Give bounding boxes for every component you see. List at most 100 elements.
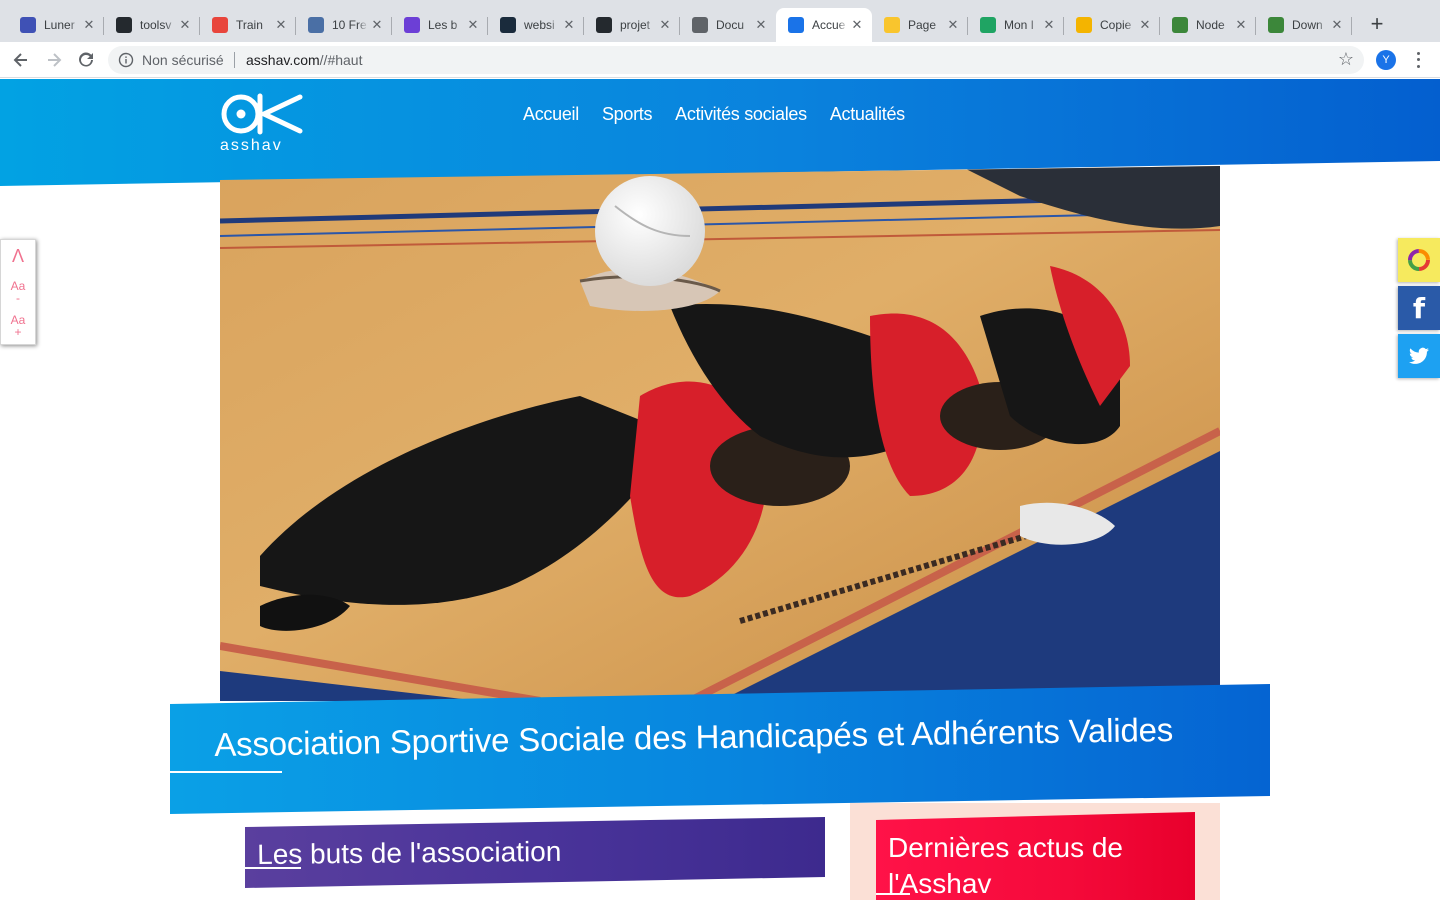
slides-favicon-icon	[1076, 17, 1092, 33]
website-favicon-icon	[500, 17, 516, 33]
facebook-icon: f	[1412, 291, 1426, 325]
browser-tab[interactable]: 10 Fre ✕	[296, 8, 392, 42]
decrease-font-button[interactable]: Aa -	[1, 280, 35, 304]
banner-title: Association Sportive Sociale des Handica…	[214, 710, 1174, 763]
tab-title: Accue	[812, 18, 846, 32]
drive-favicon-icon	[980, 17, 996, 33]
close-tab-icon[interactable]: ✕	[466, 17, 480, 33]
reload-button[interactable]	[74, 48, 98, 72]
facebook-share-button[interactable]: f	[1398, 286, 1440, 330]
bookmark-star-icon[interactable]: ☆	[1338, 50, 1354, 68]
close-tab-icon[interactable]: ✕	[1138, 17, 1152, 33]
forward-button[interactable]	[42, 48, 66, 72]
bo-favicon-icon	[308, 17, 324, 33]
back-button[interactable]	[9, 48, 33, 72]
goals-underline	[245, 867, 301, 869]
goals-section-title: Les buts de l'association	[257, 835, 562, 870]
tab-title: Docu	[716, 18, 745, 32]
nav-actualites[interactable]: Actualités	[830, 104, 905, 125]
ring-logo-icon	[1408, 249, 1430, 271]
browser-tab[interactable]: Mon I ✕	[968, 8, 1064, 42]
accessibility-widget-button[interactable]	[1398, 238, 1440, 282]
goals-section-header: Les buts de l'association	[245, 817, 825, 888]
browser-tab[interactable]: Les b ✕	[392, 8, 488, 42]
twitter-share-button[interactable]	[1398, 334, 1440, 378]
nav-accueil[interactable]: Accueil	[523, 104, 579, 125]
close-tab-icon[interactable]: ✕	[178, 17, 192, 33]
news-title: Dernières actus de l'Asshav	[888, 832, 1124, 899]
close-tab-icon[interactable]: ✕	[274, 17, 288, 33]
security-label: Non sécurisé	[142, 52, 224, 68]
tab-title: Train	[236, 18, 263, 32]
reload-icon	[79, 52, 93, 67]
browser-tab[interactable]: Page ✕	[872, 8, 968, 42]
goalball-photo-image	[220, 166, 1220, 701]
arrow-left-icon	[13, 53, 27, 67]
browser-tab[interactable]: Down ✕	[1256, 8, 1352, 42]
node-favicon-icon	[1268, 17, 1284, 33]
association-banner: Association Sportive Sociale des Handica…	[170, 684, 1270, 814]
github-favicon-icon	[596, 17, 612, 33]
page-viewport: asshav Accueil Sports Activités sociales…	[0, 79, 1440, 900]
browser-tab[interactable]: toolsv ✕	[104, 8, 200, 42]
logo-wordmark: asshav	[220, 137, 283, 154]
tab-title: Node	[1196, 18, 1225, 32]
training-favicon-icon	[212, 17, 228, 33]
site-header	[0, 79, 1440, 186]
tab-title: Page	[908, 18, 937, 32]
tab-separator	[1351, 17, 1352, 35]
close-tab-icon[interactable]: ✕	[946, 17, 960, 33]
info-icon[interactable]	[118, 52, 134, 68]
url-text: asshav.com//#haut	[246, 52, 363, 68]
address-divider	[234, 52, 235, 68]
browser-menu-icon[interactable]	[1410, 50, 1426, 70]
browser-tab[interactable]: Luner ✕	[8, 8, 104, 42]
close-tab-icon[interactable]: ✕	[1234, 17, 1248, 33]
purple-d-favicon-icon	[404, 17, 420, 33]
accessibility-favicon-icon	[884, 17, 900, 33]
asshav-logo-icon	[221, 93, 303, 135]
tab-title: Les b	[428, 18, 458, 32]
news-header: Dernières actus de l'Asshav	[876, 812, 1195, 900]
increase-font-button[interactable]: Aa +	[1, 314, 35, 338]
asshav-favicon-icon	[788, 17, 804, 33]
tab-title: 10 Fre	[332, 18, 367, 32]
browser-tab[interactable]: Docu ✕	[680, 8, 776, 42]
profile-avatar[interactable]: Y	[1376, 50, 1396, 70]
tab-title: Down	[1292, 18, 1323, 32]
main-nav: Accueil Sports Activités sociales Actual…	[523, 104, 905, 125]
close-tab-icon[interactable]: ✕	[1330, 17, 1344, 33]
accessibility-panel: Λ Aa - Aa +	[0, 239, 36, 345]
tab-title: Mon I	[1004, 18, 1035, 32]
url-host: asshav.com	[246, 52, 320, 68]
nav-sports[interactable]: Sports	[602, 104, 653, 125]
minus-icon: -	[16, 291, 20, 305]
tab-title: Luner	[44, 18, 75, 32]
banner-underline	[170, 771, 282, 773]
browser-tab[interactable]: Train ✕	[200, 8, 296, 42]
browser-tab[interactable]: Node ✕	[1160, 8, 1256, 42]
nav-activites-sociales[interactable]: Activités sociales	[675, 104, 807, 125]
close-tab-icon[interactable]: ✕	[1042, 17, 1056, 33]
browser-tab[interactable]: Copie ✕	[1064, 8, 1160, 42]
browser-tab[interactable]: websi ✕	[488, 8, 584, 42]
browser-tab[interactable]: projet ✕	[584, 8, 680, 42]
new-tab-button[interactable]: +	[1366, 13, 1388, 35]
tab-strip: Luner ✕ toolsv ✕ Train ✕ 10 Fre ✕ Les b ✕ websi ✕ pr…	[0, 0, 1440, 42]
close-tab-icon[interactable]: ✕	[850, 17, 864, 33]
tab-title: projet	[620, 18, 651, 32]
twitter-bird-icon	[1409, 347, 1429, 364]
close-tab-icon[interactable]: ✕	[82, 17, 96, 33]
back-to-top-icon[interactable]: Λ	[1, 246, 35, 267]
node-favicon-icon	[1172, 17, 1188, 33]
tab-title: Copie	[1100, 18, 1132, 32]
site-logo[interactable]: asshav	[220, 93, 304, 157]
close-tab-icon[interactable]: ✕	[370, 17, 384, 33]
globe-favicon-icon	[692, 17, 708, 33]
close-tab-icon[interactable]: ✕	[658, 17, 672, 33]
close-tab-icon[interactable]: ✕	[754, 17, 768, 33]
github-favicon-icon	[116, 17, 132, 33]
address-bar[interactable]: Non sécurisé asshav.com//#haut ☆	[108, 46, 1364, 74]
close-tab-icon[interactable]: ✕	[562, 17, 576, 33]
browser-tab[interactable]: Accue ✕	[776, 8, 872, 42]
